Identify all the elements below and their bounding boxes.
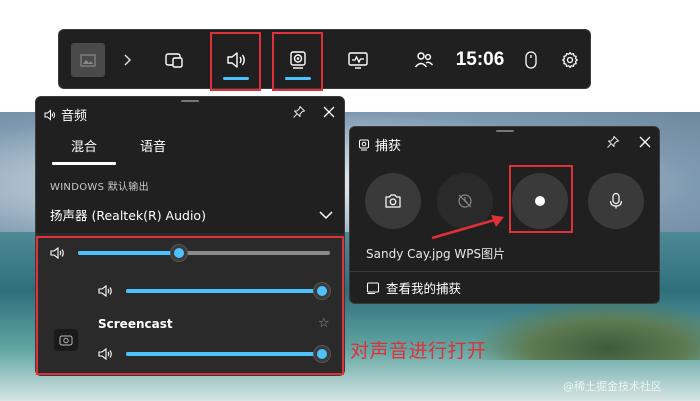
gallery-thumbnail[interactable] xyxy=(71,43,105,77)
annotation-text: 对声音进行打开 xyxy=(350,340,487,362)
mouse-button[interactable] xyxy=(519,30,543,90)
output-device-name: 扬声器 (Realtek(R) Audio) xyxy=(50,208,206,223)
capture-panel-title: 捕获 xyxy=(375,139,402,154)
pin-button[interactable] xyxy=(604,133,622,151)
pin-button[interactable] xyxy=(290,103,308,121)
output-device-select[interactable]: 扬声器 (Realtek(R) Audio) xyxy=(50,205,334,224)
pin-icon xyxy=(293,105,306,118)
close-button[interactable] xyxy=(320,103,338,121)
watermark: @稀土掘金技术社区 xyxy=(563,380,662,393)
performance-widget-button[interactable] xyxy=(341,30,375,90)
drag-handle[interactable] xyxy=(181,100,199,102)
game-bar: 15:06 xyxy=(58,29,591,89)
people-icon xyxy=(414,52,434,68)
gallery-icon xyxy=(366,281,380,294)
capture-panel-header: 捕获 xyxy=(358,135,401,154)
highlight-volume-mixer xyxy=(36,236,344,375)
chevron-right-icon xyxy=(124,54,132,66)
screenshot-button[interactable] xyxy=(365,173,421,229)
chevron-down-icon xyxy=(319,210,333,219)
audio-panel-title: 音频 xyxy=(61,109,88,124)
gear-icon xyxy=(562,51,578,69)
widget-menu-button[interactable] xyxy=(157,30,191,90)
close-button[interactable] xyxy=(636,133,654,151)
close-icon xyxy=(639,136,651,148)
clock-time: 15:06 xyxy=(455,49,505,70)
microphone-icon xyxy=(609,192,623,209)
highlight-capture-button xyxy=(272,32,323,91)
default-output-label: WINDOWS 默认输出 xyxy=(50,182,149,193)
highlight-audio-button xyxy=(210,32,261,91)
close-icon xyxy=(323,106,335,118)
social-widget-button[interactable] xyxy=(407,30,441,90)
view-my-captures-link[interactable]: 查看我的捕获 xyxy=(366,278,461,297)
image-icon xyxy=(80,54,96,67)
drag-handle[interactable] xyxy=(495,130,514,132)
microphone-button[interactable] xyxy=(588,173,644,229)
speaker-icon xyxy=(44,108,55,121)
camera-icon xyxy=(385,194,401,208)
tab-mix[interactable]: 混合 xyxy=(52,133,117,165)
capture-icon xyxy=(359,139,369,150)
performance-icon xyxy=(348,52,368,69)
view-my-captures-label: 查看我的捕获 xyxy=(386,281,462,296)
tab-voice[interactable]: 语音 xyxy=(116,133,185,165)
audio-panel-header: 音频 xyxy=(44,105,87,124)
wallpaper-island xyxy=(470,300,700,360)
divider xyxy=(350,271,659,272)
highlight-record-button xyxy=(509,165,573,233)
expand-chevron-button[interactable] xyxy=(117,30,137,90)
annotation-arrow-icon xyxy=(431,215,504,240)
settings-button[interactable] xyxy=(557,30,583,90)
mouse-icon xyxy=(525,51,537,69)
widget-menu-icon xyxy=(165,53,183,68)
last-capture-filename[interactable]: Sandy Cay.jpg WPS图片 xyxy=(366,245,505,262)
pin-icon xyxy=(607,135,620,148)
audio-tabs: 混合 语音 xyxy=(52,133,185,165)
